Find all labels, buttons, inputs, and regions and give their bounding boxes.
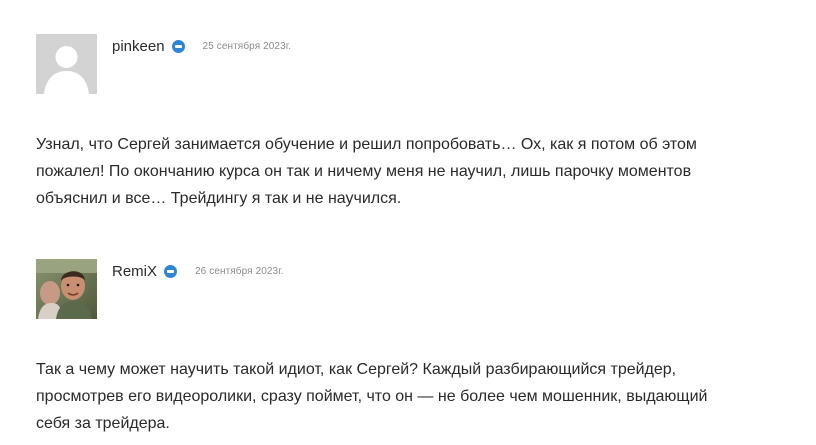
comment-text-line: объяснил и все… Трейдингу я так и не нау… bbox=[36, 190, 402, 207]
avatar[interactable] bbox=[36, 34, 97, 94]
comment-text-line: просмотрев его видеоролики, сразу поймет… bbox=[36, 388, 708, 405]
user-photo-icon bbox=[36, 259, 97, 319]
comment-text-line: пожалел! По окончанию курса он так и нич… bbox=[36, 163, 692, 180]
comment-text-line: себя за трейдера. bbox=[36, 415, 170, 432]
comment-text-line: Так а чему может научить такой идиот, ка… bbox=[36, 361, 677, 378]
comment-text-line: Узнал, что Сергей занимается обучение и … bbox=[36, 136, 697, 153]
avatar[interactable] bbox=[36, 259, 97, 319]
comment-meta: RemiX 26 сентября 2023г. bbox=[112, 262, 284, 280]
author-name[interactable]: RemiX bbox=[112, 263, 157, 280]
comment-text: Узнал, что Сергей занимается обучение и … bbox=[36, 131, 806, 212]
default-avatar-icon bbox=[36, 34, 97, 94]
comment-text: Так а чему может научить такой идиот, ка… bbox=[36, 356, 806, 437]
comment-date: 26 сентября 2023г. bbox=[195, 265, 284, 277]
comment-meta: pinkeen 25 сентября 2023г. bbox=[112, 37, 291, 55]
comment-date: 25 сентября 2023г. bbox=[202, 40, 292, 52]
verified-badge-icon bbox=[171, 39, 185, 53]
verified-badge-icon bbox=[164, 264, 178, 278]
author-name[interactable]: pinkeen bbox=[112, 38, 165, 55]
